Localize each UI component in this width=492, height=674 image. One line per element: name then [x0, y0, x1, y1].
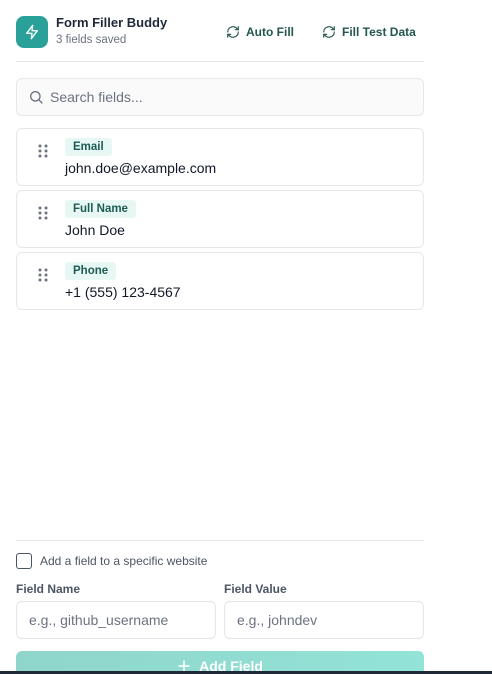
field-card[interactable]: Email john.doe@example.com	[16, 128, 424, 186]
extension-popup: Form Filler Buddy 3 fields saved Auto Fi…	[0, 0, 492, 674]
field-name-badge: Phone	[65, 262, 117, 280]
field-name-badge: Email	[65, 138, 112, 156]
field-card[interactable]: Phone +1 (555) 123-4567	[16, 252, 424, 310]
drag-handle-icon[interactable]	[37, 143, 49, 159]
auto-fill-label: Auto Fill	[246, 25, 294, 39]
drag-handle-icon[interactable]	[37, 267, 49, 283]
fill-test-data-button[interactable]: Fill Test Data	[322, 22, 416, 42]
specific-website-label[interactable]: Add a field to a specific website	[40, 554, 207, 568]
field-value: +1 (555) 123-4567	[65, 284, 181, 300]
field-value-input[interactable]	[224, 601, 424, 639]
search-box	[16, 78, 424, 116]
search-input[interactable]	[50, 89, 410, 105]
app-title: Form Filler Buddy	[56, 15, 168, 30]
fields-saved-count: 3 fields saved	[56, 34, 127, 46]
auto-fill-button[interactable]: Auto Fill	[226, 22, 294, 42]
field-card[interactable]: Full Name John Doe	[16, 190, 424, 248]
specific-website-checkbox[interactable]	[16, 553, 32, 569]
drag-handle-icon[interactable]	[37, 205, 49, 221]
field-value: john.doe@example.com	[65, 160, 217, 176]
field-name-badge: Full Name	[65, 200, 136, 218]
header: Form Filler Buddy 3 fields saved Auto Fi…	[16, 0, 424, 62]
field-value-label: Field Value	[224, 582, 287, 596]
fill-test-data-label: Fill Test Data	[342, 25, 416, 39]
divider	[16, 540, 424, 541]
field-name-input[interactable]	[16, 601, 216, 639]
refresh-icon	[227, 26, 239, 38]
bolt-icon	[16, 16, 48, 48]
field-value: John Doe	[65, 222, 125, 238]
search-icon	[28, 89, 44, 105]
field-name-label: Field Name	[16, 582, 81, 596]
refresh-icon	[323, 26, 335, 38]
